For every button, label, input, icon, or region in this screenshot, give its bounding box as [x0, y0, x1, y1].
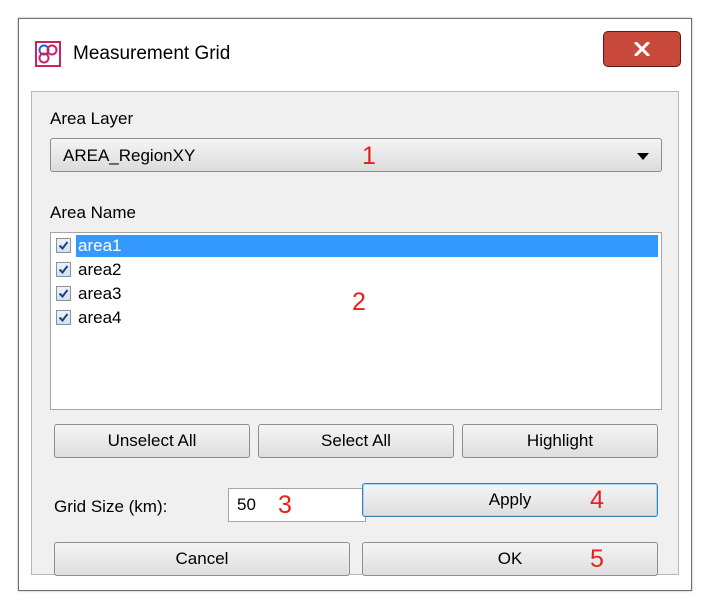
measurement-grid-app-icon	[35, 41, 61, 67]
unselect-all-button[interactable]: Unselect All	[54, 424, 250, 458]
apply-button[interactable]: Apply	[362, 483, 658, 517]
grid-size-input[interactable]: 50	[228, 488, 366, 522]
area-layer-label: Area Layer	[50, 109, 134, 128]
grid-size-label: Grid Size (km):	[54, 497, 168, 516]
checkbox-area2[interactable]	[56, 262, 71, 277]
area-layer-dropdown[interactable]: AREA_RegionXY	[50, 138, 662, 172]
measurement-grid-dialog: Measurement Grid Area Layer AREA_RegionX…	[18, 18, 692, 591]
annotation-5: 5	[590, 545, 604, 573]
close-button[interactable]	[603, 31, 681, 67]
annotation-4: 4	[590, 486, 604, 514]
list-item-label: area2	[78, 260, 122, 279]
area-name-list[interactable]: area1 area2 area3 area4	[50, 232, 662, 410]
cancel-button[interactable]: Cancel	[54, 542, 350, 576]
dropdown-arrow-icon	[637, 153, 649, 160]
dialog-body: Area Layer AREA_RegionXY 1 Area Name are…	[31, 91, 679, 576]
select-all-button[interactable]: Select All	[258, 424, 454, 458]
checkbox-area1[interactable]	[56, 238, 71, 253]
list-item-area2[interactable]: area2	[54, 259, 658, 281]
area-layer-selected-value: AREA_RegionXY	[63, 146, 196, 165]
area-name-label: Area Name	[50, 203, 136, 222]
annotation-3: 3	[278, 491, 292, 519]
highlight-button[interactable]: Highlight	[462, 424, 658, 458]
list-item-area1[interactable]: area1	[54, 235, 658, 257]
checkbox-area3[interactable]	[56, 286, 71, 301]
close-x-icon	[634, 42, 650, 56]
checkbox-area4[interactable]	[56, 310, 71, 325]
list-item-label: area1	[76, 235, 658, 257]
ok-button[interactable]: OK	[362, 542, 658, 576]
annotation-1: 1	[362, 142, 376, 170]
title-bar[interactable]: Measurement Grid	[19, 19, 691, 89]
list-item-label: area3	[78, 284, 122, 303]
annotation-2: 2	[352, 288, 366, 316]
list-item-label: area4	[78, 308, 122, 327]
window-title: Measurement Grid	[73, 43, 231, 64]
